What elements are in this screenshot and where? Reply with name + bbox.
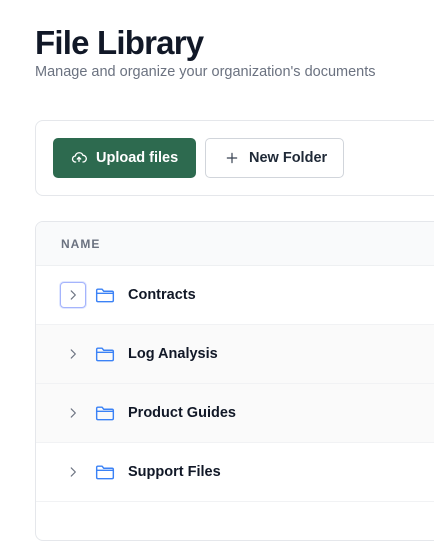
column-header-name[interactable]: NAME <box>36 222 434 266</box>
folder-name[interactable]: Contracts <box>128 286 196 304</box>
folder-name[interactable]: Support Files <box>128 463 221 481</box>
page-title: File Library <box>35 24 204 61</box>
folder-name[interactable]: Product Guides <box>128 404 236 422</box>
new-folder-button[interactable]: New Folder <box>205 138 344 178</box>
cloud-upload-icon <box>71 150 87 166</box>
folder-icon <box>95 463 115 481</box>
folder-name[interactable]: Log Analysis <box>128 345 218 363</box>
chevron-right-icon <box>66 465 80 479</box>
expand-row-button[interactable] <box>60 400 86 426</box>
folder-icon <box>95 404 115 422</box>
file-table: NAME Contracts Log Analysis Product Guid… <box>35 221 434 541</box>
expand-row-button[interactable] <box>60 341 86 367</box>
table-row[interactable]: Support Files <box>36 443 434 502</box>
chevron-right-icon <box>66 347 80 361</box>
chevron-right-icon <box>66 406 80 420</box>
expand-row-button[interactable] <box>60 459 86 485</box>
toolbar: Upload files New Folder <box>35 120 434 196</box>
page-subtitle: Manage and organize your organization's … <box>35 64 376 80</box>
table-row[interactable]: Product Guides <box>36 384 434 443</box>
folder-icon <box>95 345 115 363</box>
table-row[interactable]: Contracts <box>36 266 434 325</box>
folder-icon <box>95 286 115 304</box>
upload-files-label: Upload files <box>96 150 179 166</box>
table-row[interactable]: Log Analysis <box>36 325 434 384</box>
upload-files-button[interactable]: Upload files <box>53 138 196 178</box>
expand-row-button[interactable] <box>60 282 86 308</box>
chevron-right-icon <box>66 288 80 302</box>
plus-icon <box>224 150 240 166</box>
new-folder-label: New Folder <box>249 150 328 166</box>
